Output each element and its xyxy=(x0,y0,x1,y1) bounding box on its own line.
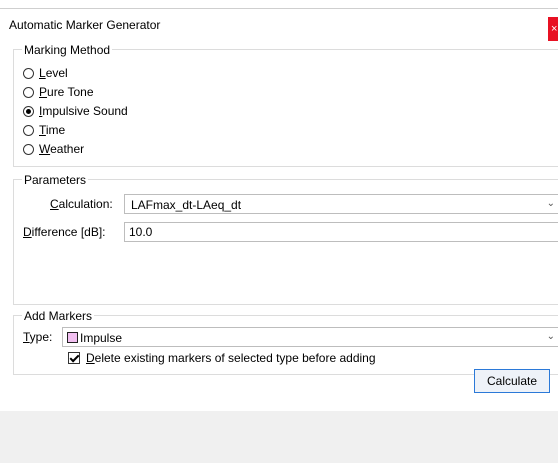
dialog-footer xyxy=(0,411,558,463)
radio-label: Time xyxy=(39,123,66,137)
radio-button-icon[interactable] xyxy=(23,124,34,136)
calculation-select[interactable]: LAFmax_dt-LAeq_dt ⌄ xyxy=(124,194,558,214)
marking-method-caption: Marking Method xyxy=(22,43,113,57)
type-label: Type: xyxy=(23,330,53,344)
marker-type-select[interactable]: Impulse ⌄ xyxy=(62,327,558,347)
radio-label: Impulsive Sound xyxy=(39,104,128,118)
radio-button-selected-icon[interactable] xyxy=(23,105,34,117)
radio-button-icon[interactable] xyxy=(23,143,34,155)
radio-time[interactable]: Time xyxy=(23,121,65,139)
parameters-group: Parameters Calculation: LAFmax_dt-LAeq_d… xyxy=(13,173,558,305)
add-markers-caption: Add Markers xyxy=(22,309,95,323)
marker-type-value: Impulse xyxy=(67,329,122,347)
chevron-down-icon: ⌄ xyxy=(546,331,555,342)
radio-button-icon[interactable] xyxy=(23,86,34,98)
close-icon: × xyxy=(551,23,558,35)
radio-pure-tone[interactable]: Pure Tone xyxy=(23,83,94,101)
radio-label: Level xyxy=(39,66,68,80)
parameters-caption: Parameters xyxy=(22,173,89,187)
difference-input[interactable]: 10.0 xyxy=(124,222,558,242)
calculation-label: Calculation: xyxy=(50,197,113,211)
radio-weather[interactable]: Weather xyxy=(23,140,84,158)
add-markers-group: Add Markers Type: Impulse ⌄ Delete exist… xyxy=(13,309,558,375)
close-button[interactable]: × xyxy=(548,17,558,41)
radio-label: Pure Tone xyxy=(39,85,94,99)
color-swatch-icon xyxy=(67,332,78,343)
radio-button-icon[interactable] xyxy=(23,67,34,79)
chevron-down-icon: ⌄ xyxy=(546,198,555,209)
window-title: Automatic Marker Generator xyxy=(9,18,161,32)
marking-method-group: Marking Method Level Pure Tone Impulsive… xyxy=(13,43,558,167)
radio-level[interactable]: Level xyxy=(23,64,68,82)
delete-existing-checkbox[interactable]: Delete existing markers of selected type… xyxy=(68,351,376,365)
radio-label: Weather xyxy=(39,142,85,156)
calculate-button[interactable]: Calculate xyxy=(474,369,550,393)
marker-generator-window: Automatic Marker Generator × Marking Met… xyxy=(0,8,558,463)
radio-impulsive-sound[interactable]: Impulsive Sound xyxy=(23,102,128,120)
difference-label: Difference [dB]: xyxy=(23,225,106,239)
calculation-value: LAFmax_dt-LAeq_dt xyxy=(131,198,242,212)
checkbox-checked-icon[interactable] xyxy=(68,352,80,364)
delete-existing-label: Delete existing markers of selected type… xyxy=(86,351,376,365)
title-bar: Automatic Marker Generator × xyxy=(0,9,558,41)
